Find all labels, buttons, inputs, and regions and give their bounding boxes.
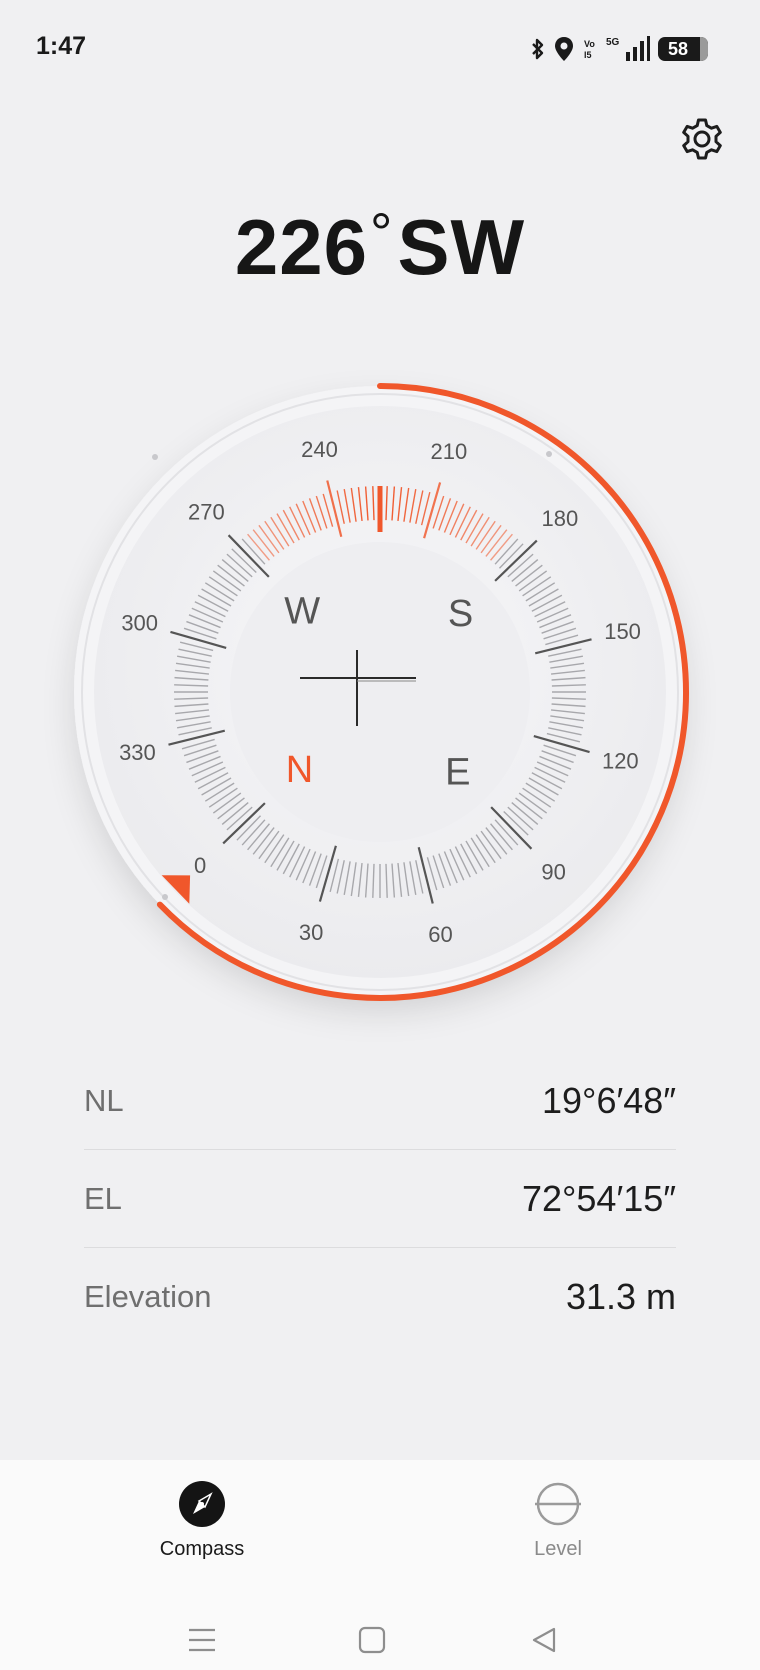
dial-label-300: 300 [121, 611, 158, 636]
bottom-nav: Compass Level [0, 1460, 760, 1670]
location-info: NL 19°6′48″ EL 72°54′15″ Elevation 31.3 … [84, 1052, 676, 1346]
dial-label-270: 270 [188, 500, 225, 525]
heading-readout: 226°SW [0, 200, 760, 293]
dial-label-210: 210 [431, 439, 468, 464]
elevation-row: Elevation 31.3 m [84, 1248, 676, 1346]
dial-label-150: 150 [604, 619, 641, 644]
volte-icon: Vo l5 [582, 36, 598, 62]
longitude-value: 72°54′15″ [521, 1177, 676, 1219]
status-bar: 1:47 Vo l5 5G 58 [0, 0, 760, 100]
dial-label-30: 30 [299, 920, 323, 945]
degree-symbol: ° [370, 201, 394, 264]
tab-level[interactable]: Level [468, 1480, 648, 1590]
system-home-button[interactable] [352, 1620, 392, 1660]
home-icon [358, 1626, 386, 1654]
compass-svg: 0 30 60 90 120 150 180 210 240 270 300 330 N E S W [74, 383, 689, 1001]
dial-label-0: 0 [194, 853, 206, 878]
menu-icon [189, 1628, 215, 1652]
dial-label-90: 90 [541, 859, 565, 884]
compass-dial[interactable]: 0 30 60 90 120 150 180 210 240 270 300 330 N E S W [60, 372, 700, 1012]
settings-button[interactable] [676, 114, 728, 166]
tab-compass-label: Compass [159, 1538, 245, 1560]
back-icon [532, 1627, 556, 1653]
dial-label-330: 330 [119, 740, 156, 765]
longitude-label: EL [84, 1180, 122, 1216]
heading-direction: SW [397, 203, 526, 291]
signal-icon: 5G [606, 35, 650, 63]
compass-icon [179, 1481, 225, 1527]
tab-compass[interactable]: Compass [112, 1480, 292, 1590]
status-icons: Vo l5 5G 58 [530, 34, 708, 64]
system-back-button[interactable] [524, 1620, 564, 1660]
cardinal-west: W [284, 590, 320, 632]
compass-center-disc [230, 542, 530, 842]
longitude-row: EL 72°54′15″ [84, 1150, 676, 1248]
dial-label-120: 120 [602, 748, 639, 773]
level-icon [535, 1482, 581, 1526]
gear-icon [682, 118, 722, 160]
svg-text:l5: l5 [584, 50, 592, 60]
elevation-label: Elevation [84, 1279, 212, 1314]
network-type-label: 5G [606, 37, 620, 48]
location-icon [554, 36, 574, 62]
battery-icon: 58 [658, 37, 708, 61]
latitude-label: NL [84, 1082, 124, 1118]
battery-level: 58 [668, 39, 689, 59]
dial-label-60: 60 [428, 922, 452, 947]
cardinal-south: S [448, 593, 473, 635]
status-time: 1:47 [36, 32, 87, 60]
svg-text:Vo: Vo [584, 39, 595, 49]
bluetooth-icon [530, 37, 546, 61]
heading-degrees: 226 [234, 203, 369, 291]
dial-label-240: 240 [301, 437, 338, 462]
tab-level-label: Level [534, 1538, 582, 1560]
cardinal-north: N [286, 749, 313, 791]
cardinal-east: E [445, 752, 470, 794]
latitude-value: 19°6′48″ [542, 1079, 676, 1121]
elevation-value: 31.3 m [565, 1276, 676, 1317]
dial-label-180: 180 [541, 506, 578, 531]
latitude-row: NL 19°6′48″ [84, 1052, 676, 1150]
system-menu-button[interactable] [182, 1620, 222, 1660]
